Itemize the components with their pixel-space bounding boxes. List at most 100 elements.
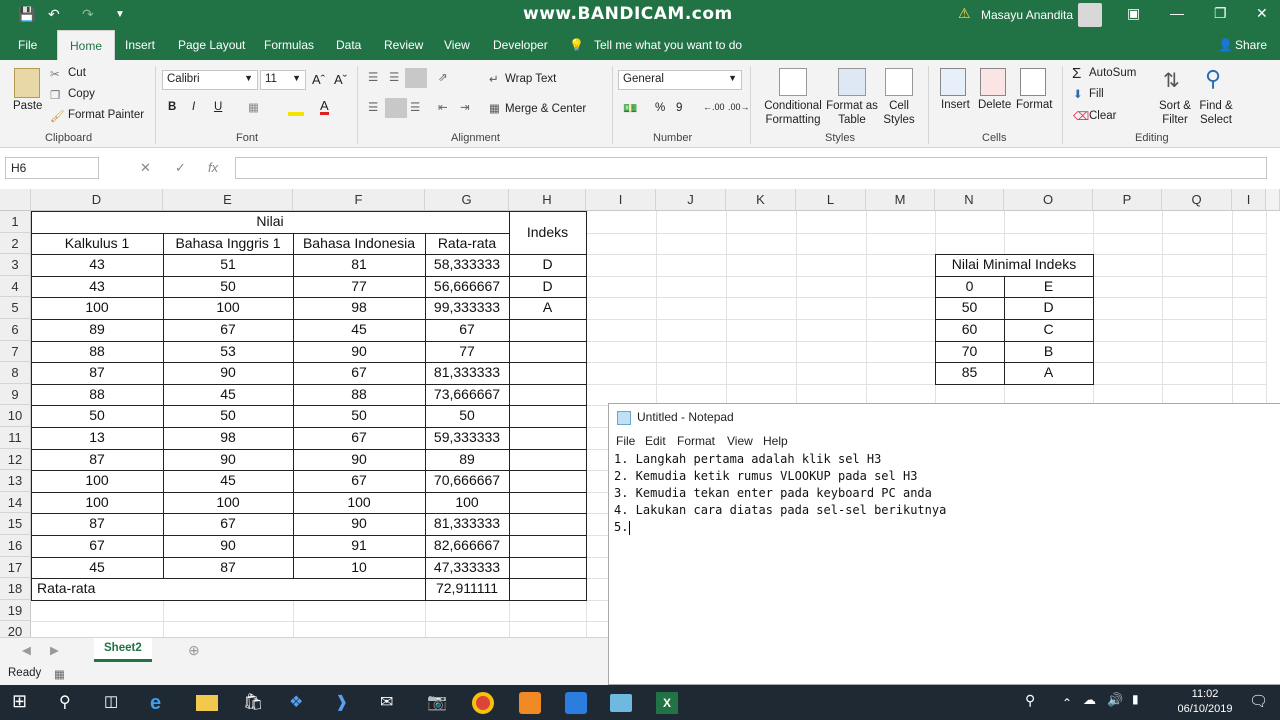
- align-bottom-icon[interactable]: [405, 68, 427, 88]
- find-select-button[interactable]: Find & Select: [1196, 99, 1236, 127]
- indeks-cell[interactable]: [509, 340, 586, 363]
- value-cell[interactable]: 45: [31, 556, 163, 579]
- indeks-cell[interactable]: [509, 556, 586, 579]
- row-header-13[interactable]: 13: [0, 470, 31, 492]
- clear-icon[interactable]: ⌫: [1073, 109, 1089, 123]
- rata-rata-label[interactable]: Rata-rata: [31, 578, 425, 600]
- value-cell[interactable]: 87: [31, 362, 163, 384]
- task-view-icon[interactable]: ◫: [104, 692, 126, 714]
- tab-view[interactable]: View: [444, 38, 470, 52]
- format-cells-button[interactable]: Format: [1016, 99, 1052, 111]
- accounting-format-icon[interactable]: 💵: [623, 101, 637, 115]
- name-box[interactable]: H6: [5, 157, 99, 179]
- column-header-p[interactable]: P: [1093, 189, 1162, 211]
- cut-icon[interactable]: ✂: [50, 67, 60, 81]
- lookup-grade[interactable]: E: [1004, 275, 1093, 298]
- row-header-5[interactable]: 5: [0, 297, 31, 319]
- wrap-text-button[interactable]: Wrap Text: [505, 73, 556, 85]
- lookup-header[interactable]: Nilai Minimal Indeks: [935, 254, 1093, 276]
- merge-center-button[interactable]: Merge & Center: [505, 103, 586, 115]
- row-header-18[interactable]: 18: [0, 578, 31, 600]
- format-as-table-button[interactable]: Format as Table: [826, 99, 878, 127]
- value-cell[interactable]: 91: [293, 535, 425, 557]
- value-cell[interactable]: 87: [31, 448, 163, 471]
- value-cell[interactable]: 50: [293, 405, 425, 427]
- align-left-icon[interactable]: ☰: [368, 100, 378, 114]
- share-icon[interactable]: 👤: [1218, 38, 1233, 52]
- align-center-icon[interactable]: [385, 98, 407, 118]
- search-icon[interactable]: ⚲: [59, 692, 81, 714]
- tab-data[interactable]: Data: [336, 38, 361, 52]
- visual-studio-icon[interactable]: ❱: [335, 692, 357, 714]
- tab-file[interactable]: File: [18, 38, 37, 52]
- row-header-8[interactable]: 8: [0, 362, 31, 384]
- value-cell[interactable]: 10: [293, 556, 425, 579]
- tab-review[interactable]: Review: [384, 38, 423, 52]
- format-as-table-icon[interactable]: [838, 68, 866, 96]
- indeks-cell[interactable]: [509, 470, 586, 492]
- save-icon[interactable]: 💾: [18, 6, 35, 23]
- column-header-l[interactable]: L: [796, 189, 866, 211]
- people-icon[interactable]: ⚲: [1025, 692, 1047, 714]
- value-cell[interactable]: 45: [163, 470, 293, 492]
- battery-icon[interactable]: ▮: [1132, 692, 1154, 714]
- share-button[interactable]: Share: [1235, 38, 1267, 52]
- delete-cells-icon[interactable]: [980, 68, 1006, 96]
- scroll-right-icon[interactable]: ▶: [50, 643, 59, 657]
- value-cell[interactable]: 43: [31, 254, 163, 276]
- sheet-tab-sheet2[interactable]: Sheet2: [94, 638, 152, 662]
- font-name-select[interactable]: Calibri ▼: [162, 70, 258, 90]
- value-cell[interactable]: 67: [163, 319, 293, 341]
- row-header-3[interactable]: 3: [0, 254, 31, 276]
- row-header-15[interactable]: 15: [0, 513, 31, 535]
- value-cell[interactable]: 50: [163, 275, 293, 298]
- increase-indent-icon[interactable]: ⇥: [460, 100, 470, 114]
- avatar[interactable]: [1078, 3, 1102, 27]
- value-cell[interactable]: 90: [163, 535, 293, 557]
- delete-cells-button[interactable]: Delete: [978, 99, 1011, 111]
- value-cell[interactable]: 59,333333: [425, 427, 509, 449]
- value-cell[interactable]: 89: [425, 448, 509, 471]
- notepad-menu-file[interactable]: File: [616, 434, 635, 448]
- indeks-cell[interactable]: D: [509, 275, 586, 298]
- ribbon-display-icon[interactable]: ▣: [1127, 5, 1140, 22]
- value-cell[interactable]: 13: [31, 427, 163, 449]
- indeks-cell[interactable]: [509, 319, 586, 341]
- column-header-o[interactable]: O: [1004, 189, 1093, 211]
- column-header-h[interactable]: H: [509, 189, 586, 211]
- paste-icon[interactable]: [14, 68, 40, 98]
- sort-filter-button[interactable]: Sort & Filter: [1156, 99, 1194, 127]
- border-icon[interactable]: ▦: [248, 100, 259, 114]
- notepad-line[interactable]: 3. Kemudia tekan enter pada keyboard PC …: [614, 486, 932, 500]
- insert-cells-icon[interactable]: [940, 68, 966, 96]
- value-cell[interactable]: 53: [163, 340, 293, 363]
- column-header-i[interactable]: I: [586, 189, 656, 211]
- column-header-m[interactable]: M: [866, 189, 935, 211]
- value-cell[interactable]: 89: [31, 319, 163, 341]
- autosum-icon[interactable]: Σ: [1072, 65, 1081, 82]
- indeks-cell[interactable]: [509, 362, 586, 384]
- tab-insert[interactable]: Insert: [125, 38, 155, 52]
- indeks-cell[interactable]: D: [509, 254, 586, 276]
- value-cell[interactable]: 88: [293, 383, 425, 406]
- tell-me-box[interactable]: Tell me what you want to do: [594, 38, 742, 52]
- value-cell[interactable]: 90: [163, 362, 293, 384]
- indeks-cell[interactable]: [509, 405, 586, 427]
- indeks-cell[interactable]: [509, 513, 586, 535]
- lookup-grade[interactable]: D: [1004, 297, 1093, 319]
- value-cell[interactable]: 58,333333: [425, 254, 509, 276]
- lookup-min-value[interactable]: 60: [935, 319, 1004, 341]
- value-cell[interactable]: 43: [31, 275, 163, 298]
- value-cell[interactable]: 45: [163, 383, 293, 406]
- chevron-up-icon[interactable]: ⌃: [1062, 696, 1084, 718]
- notepad-menu-view[interactable]: View: [727, 434, 753, 448]
- network-icon[interactable]: ☁: [1083, 692, 1105, 714]
- column-header-j[interactable]: J: [656, 189, 726, 211]
- customize-toolbar-icon[interactable]: ▼: [115, 9, 125, 20]
- notepad-menu-format[interactable]: Format: [677, 434, 715, 448]
- underline-button[interactable]: U: [214, 101, 222, 113]
- rata-rata-total[interactable]: 72,911111: [425, 578, 509, 600]
- value-cell[interactable]: 90: [293, 448, 425, 471]
- value-cell[interactable]: 87: [31, 513, 163, 535]
- tab-developer[interactable]: Developer: [493, 38, 548, 52]
